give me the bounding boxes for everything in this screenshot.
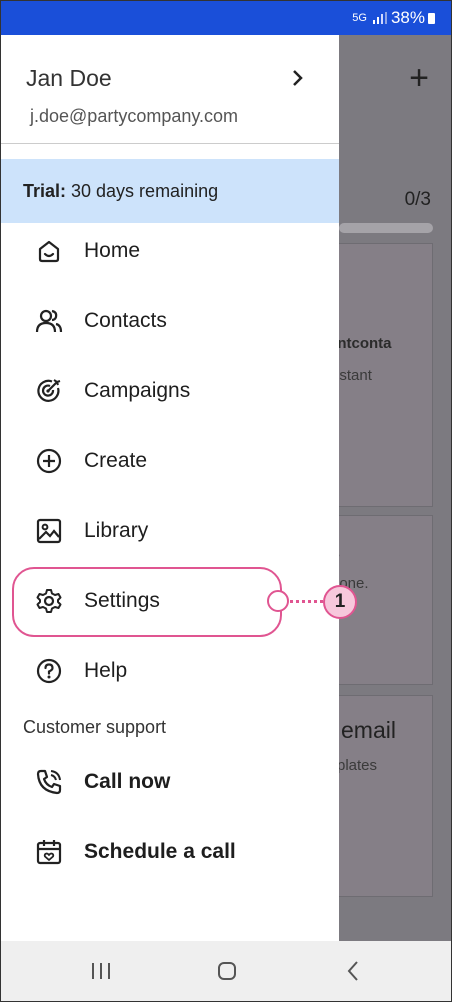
home-icon bbox=[38, 240, 60, 263]
user-email: j.doe@partycompany.com bbox=[30, 106, 239, 126]
campaigns-icon bbox=[37, 379, 61, 402]
menu-item-help[interactable]: Help bbox=[1, 643, 339, 699]
help-icon bbox=[36, 658, 62, 684]
back-button[interactable] bbox=[341, 959, 365, 983]
call-now-label: Call now bbox=[84, 770, 171, 793]
home-button[interactable] bbox=[215, 959, 239, 983]
user-name: Jan Doe bbox=[26, 65, 112, 91]
home-circle-icon bbox=[218, 962, 236, 980]
card-subtitle: plates bbox=[339, 757, 378, 774]
background-app: + 0/3 antconta nstant s hone. email plat… bbox=[339, 35, 451, 941]
create-icon bbox=[36, 448, 62, 474]
menu-item-create[interactable]: Create bbox=[1, 433, 339, 489]
back-icon bbox=[347, 961, 358, 981]
call-now-button[interactable]: Call now bbox=[1, 754, 339, 810]
trial-banner: Trial: 30 days remaining bbox=[1, 159, 339, 223]
menu-item-label: Campaigns bbox=[84, 379, 191, 402]
battery-icon bbox=[428, 12, 435, 24]
divider bbox=[1, 143, 339, 144]
recent-apps-button[interactable] bbox=[89, 959, 113, 983]
menu-item-label: Help bbox=[84, 659, 128, 682]
add-icon: + bbox=[409, 59, 429, 97]
library-icon bbox=[36, 518, 62, 544]
phone-icon bbox=[36, 769, 62, 795]
trial-text: 30 days remaining bbox=[71, 180, 219, 201]
system-nav-bar bbox=[1, 941, 451, 1001]
calendar-icon bbox=[36, 840, 62, 865]
menu-item-label: Create bbox=[84, 449, 148, 472]
status-bar: 5G 38% bbox=[1, 1, 451, 35]
card-title: antconta bbox=[339, 335, 392, 352]
network-indicator: 5G bbox=[352, 12, 367, 24]
callout-badge: 1 bbox=[323, 585, 357, 619]
callout-anchor bbox=[267, 590, 289, 612]
menu-item-library[interactable]: Library bbox=[1, 503, 339, 559]
settings-highlight bbox=[12, 567, 282, 637]
recent-apps-icon bbox=[92, 963, 110, 979]
menu-item-label: Home bbox=[84, 239, 141, 262]
menu-item-label: Contacts bbox=[84, 309, 167, 332]
contacts-icon bbox=[35, 309, 63, 333]
menu-item-contacts[interactable]: Contacts bbox=[1, 293, 339, 349]
trial-label: Trial: bbox=[23, 180, 67, 201]
schedule-call-button[interactable]: Schedule a call bbox=[1, 824, 339, 880]
navigation-drawer: Jan Doe j.doe@partycompany.com Trial: 30… bbox=[1, 35, 339, 941]
menu-item-home[interactable]: Home bbox=[1, 223, 339, 279]
progress-bar bbox=[339, 223, 433, 233]
card-subtitle: nstant bbox=[339, 367, 372, 384]
card-title: email bbox=[341, 717, 396, 743]
customer-support-heading: Customer support bbox=[23, 717, 167, 737]
menu-item-campaigns[interactable]: Campaigns bbox=[1, 363, 339, 419]
progress-count: 0/3 bbox=[404, 189, 431, 210]
card-title: s bbox=[339, 539, 340, 565]
signal-icon bbox=[372, 12, 387, 24]
menu-item-label: Library bbox=[84, 519, 149, 542]
phone-screen: 5G 38% + 0/3 antconta nstant s hone. ema… bbox=[0, 0, 452, 1002]
battery-percent: 38% bbox=[390, 8, 425, 27]
schedule-call-label: Schedule a call bbox=[84, 840, 236, 863]
chevron-right-icon[interactable] bbox=[291, 67, 305, 93]
